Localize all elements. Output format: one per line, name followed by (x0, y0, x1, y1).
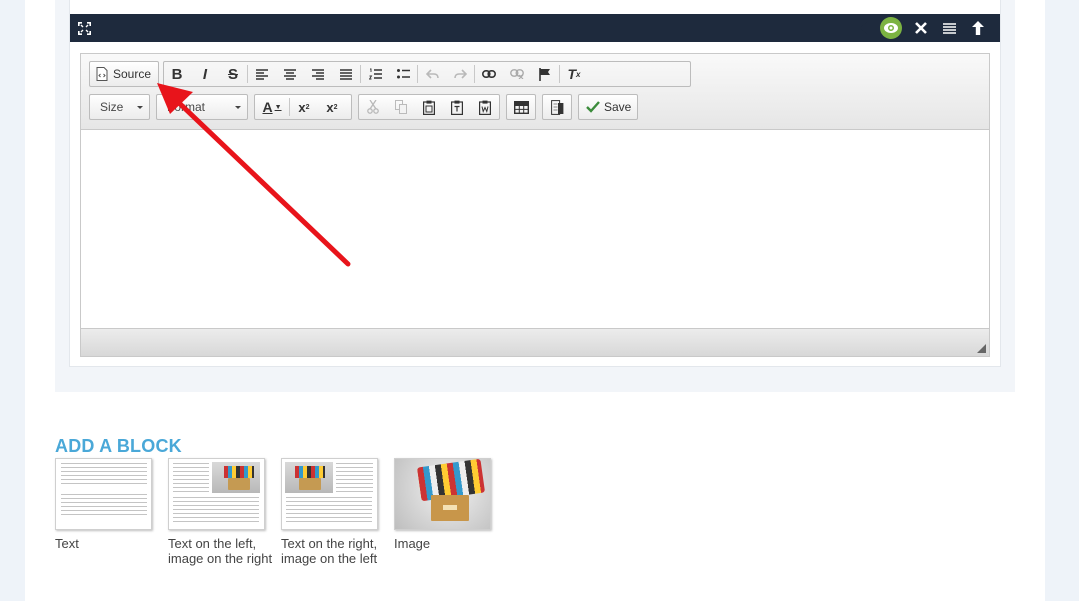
image-thumbnail (212, 462, 260, 493)
add-block-title: ADD A BLOCK (55, 436, 182, 456)
block-option-text[interactable] (55, 458, 152, 530)
block-option-text-right-image-left[interactable] (281, 458, 378, 530)
block-option-image[interactable] (394, 458, 491, 530)
block-option-label: Text on the left, image on the right (168, 536, 273, 566)
image-thumbnail (395, 459, 490, 529)
block-option-label: Text (55, 536, 79, 551)
text-lines (61, 463, 147, 518)
block-option-text-left-image-right[interactable] (168, 458, 265, 530)
image-thumbnail (285, 462, 333, 493)
block-option-label: Text on the right, image on the left (281, 536, 378, 566)
red-arrow-annotation (157, 83, 351, 267)
block-option-label: Image (394, 536, 431, 551)
